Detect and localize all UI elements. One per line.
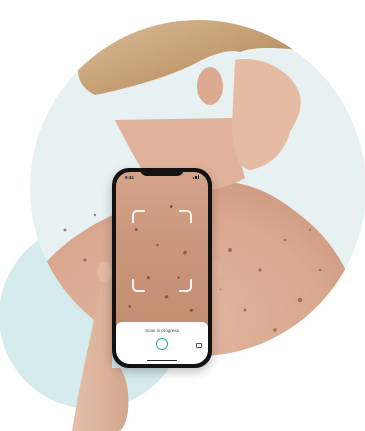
scan-viewfinder bbox=[132, 210, 192, 292]
status-bar: 9:41 bbox=[125, 173, 199, 181]
viewfinder-corner-icon bbox=[132, 210, 145, 223]
gallery-icon[interactable] bbox=[196, 343, 202, 348]
shutter-button[interactable] bbox=[156, 338, 168, 350]
signal-icon bbox=[192, 175, 199, 179]
phone-screen: 9:41 Scan in progress bbox=[116, 172, 208, 364]
viewfinder-corner-icon bbox=[179, 279, 192, 292]
scan-status-label: Scan in progress bbox=[145, 328, 179, 333]
home-indicator bbox=[147, 359, 177, 361]
viewfinder-corner-icon bbox=[179, 210, 192, 223]
viewfinder-corner-icon bbox=[132, 279, 145, 292]
status-time: 9:41 bbox=[125, 174, 135, 180]
scan-bottom-sheet: Scan in progress bbox=[116, 322, 208, 364]
smartphone: 9:41 Scan in progress bbox=[112, 168, 212, 368]
